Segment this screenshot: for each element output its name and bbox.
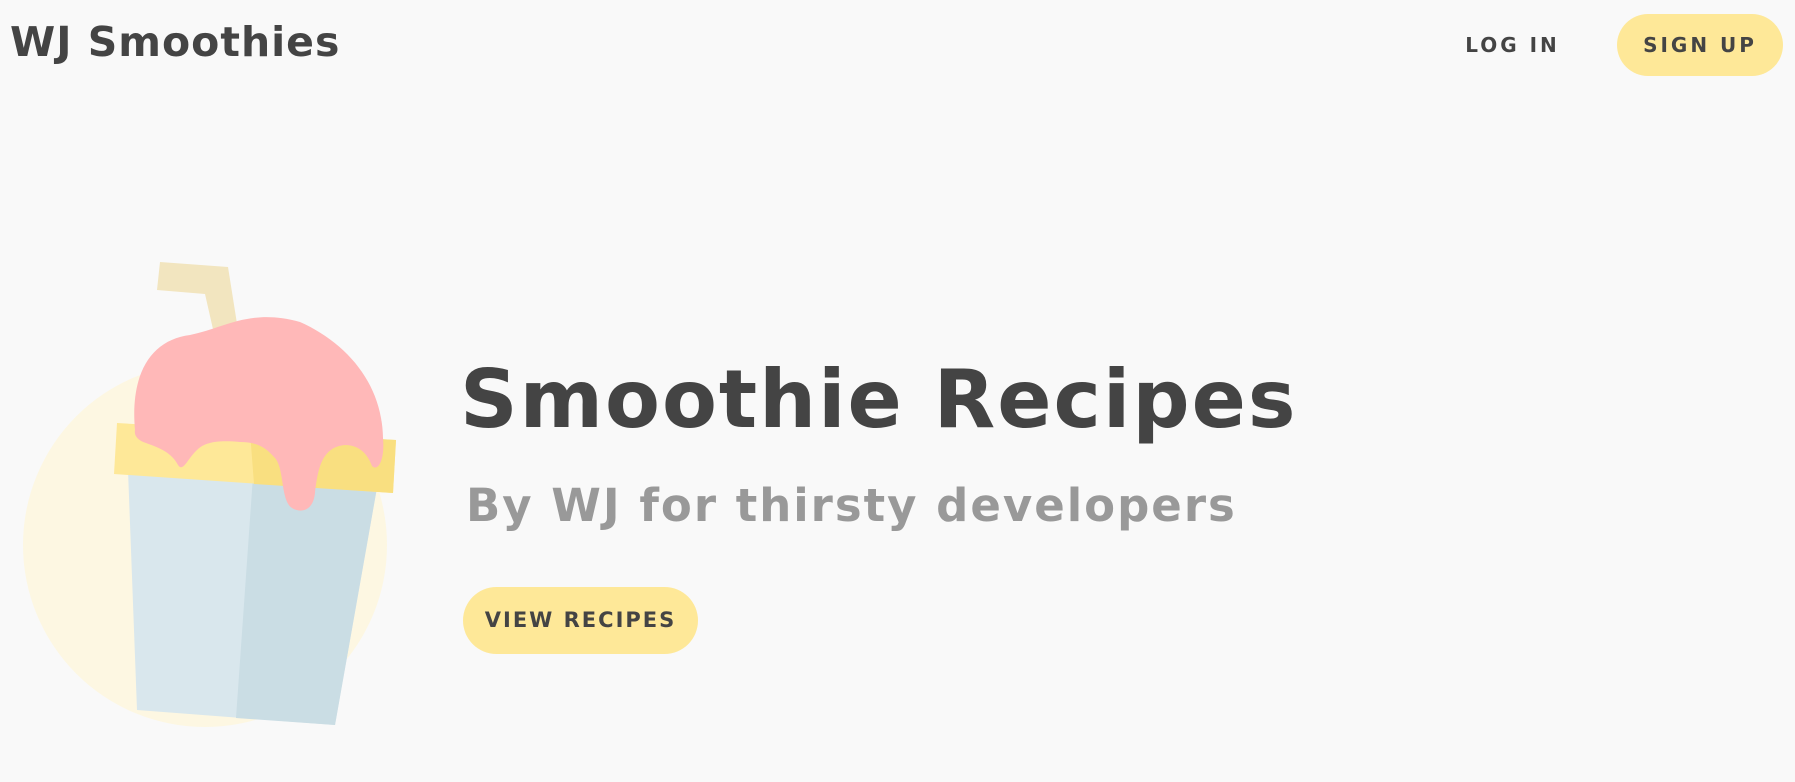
page-subtitle: By WJ for thirsty developers: [466, 479, 1237, 532]
view-recipes-button[interactable]: VIEW RECIPES: [463, 587, 698, 654]
login-link[interactable]: LOG IN: [1450, 30, 1575, 60]
signup-button[interactable]: SIGN UP: [1617, 14, 1783, 76]
page-title: Smoothie Recipes: [460, 353, 1298, 446]
smoothie-cup-icon: [23, 262, 396, 727]
brand-logo-text[interactable]: WJ Smoothies: [10, 22, 340, 63]
smoothie-illustration: [0, 250, 420, 730]
navbar: WJ Smoothies LOG IN SIGN UP: [0, 0, 1795, 100]
cup-body-shade: [236, 476, 378, 725]
